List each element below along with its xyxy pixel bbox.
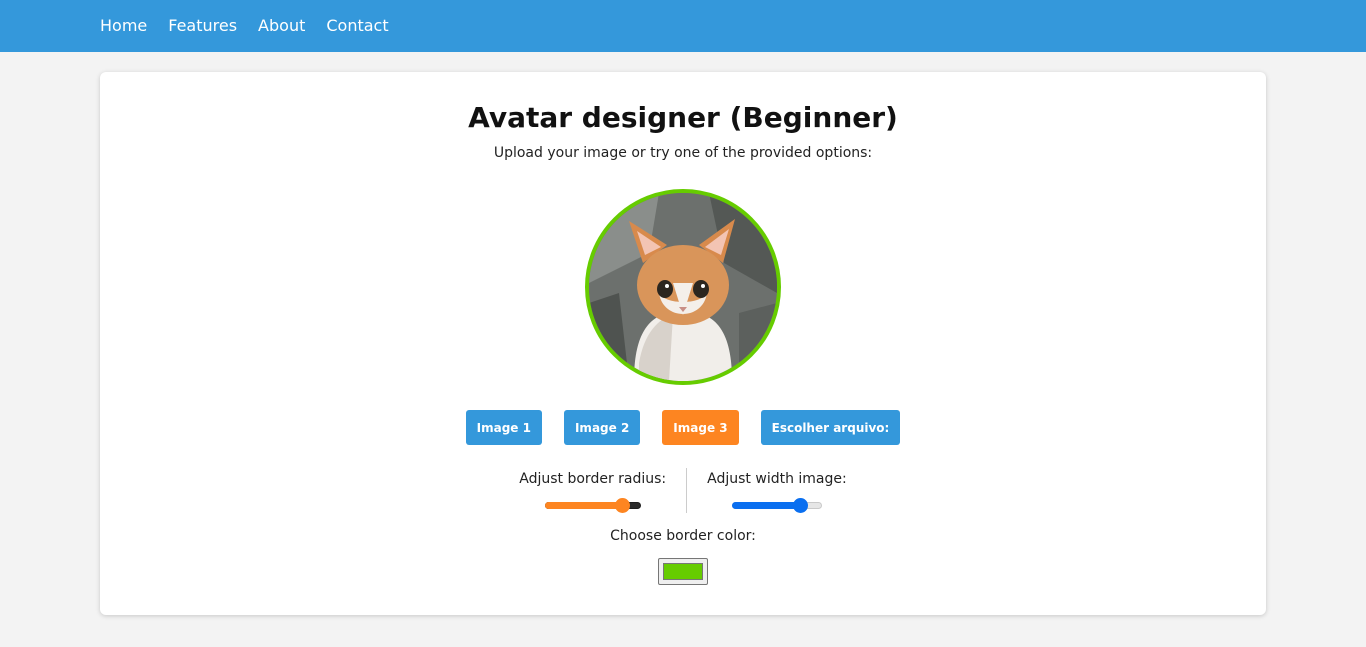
image-3-button[interactable]: Image 3 <box>662 410 739 445</box>
border-color-label: Choose border color: <box>610 528 756 544</box>
navbar: Home Features About Contact <box>0 0 1366 52</box>
page-title: Avatar designer (Beginner) <box>468 101 898 134</box>
border-color-swatch <box>663 563 703 580</box>
nav-contact-link[interactable]: Contact <box>326 0 388 52</box>
border-color-picker[interactable] <box>658 558 708 585</box>
nav-home-link[interactable]: Home <box>100 0 147 52</box>
width-image-thumb[interactable] <box>792 498 808 513</box>
image-1-button[interactable]: Image 1 <box>465 410 542 445</box>
width-image-label: Adjust width image: <box>707 471 847 487</box>
choose-file-button[interactable]: Escolher arquivo: <box>760 410 901 445</box>
nav-features-link[interactable]: Features <box>168 0 237 52</box>
width-image-slider[interactable] <box>731 497 822 513</box>
designer-card: Avatar designer (Beginner) Upload your i… <box>100 72 1266 615</box>
avatar-preview <box>585 189 781 385</box>
border-radius-slider[interactable] <box>544 497 641 513</box>
width-image-control: Adjust width image: <box>687 468 867 513</box>
cat-photo-illustration <box>589 193 777 381</box>
border-radius-label: Adjust border radius: <box>519 471 667 487</box>
page-subtitle: Upload your image or try one of the prov… <box>493 145 873 161</box>
border-radius-fill <box>544 502 623 509</box>
nav-about-link[interactable]: About <box>258 0 305 52</box>
image-2-button[interactable]: Image 2 <box>563 410 641 445</box>
slider-controls: Adjust border radius: Adjust width image… <box>100 468 1266 513</box>
border-radius-thumb[interactable] <box>614 498 630 513</box>
image-options: Image 1 Image 2 Image 3 Escolher arquivo… <box>100 410 1266 445</box>
width-image-fill <box>731 502 801 509</box>
border-radius-control: Adjust border radius: <box>499 468 688 513</box>
nav-links: Home Features About Contact <box>100 0 389 52</box>
